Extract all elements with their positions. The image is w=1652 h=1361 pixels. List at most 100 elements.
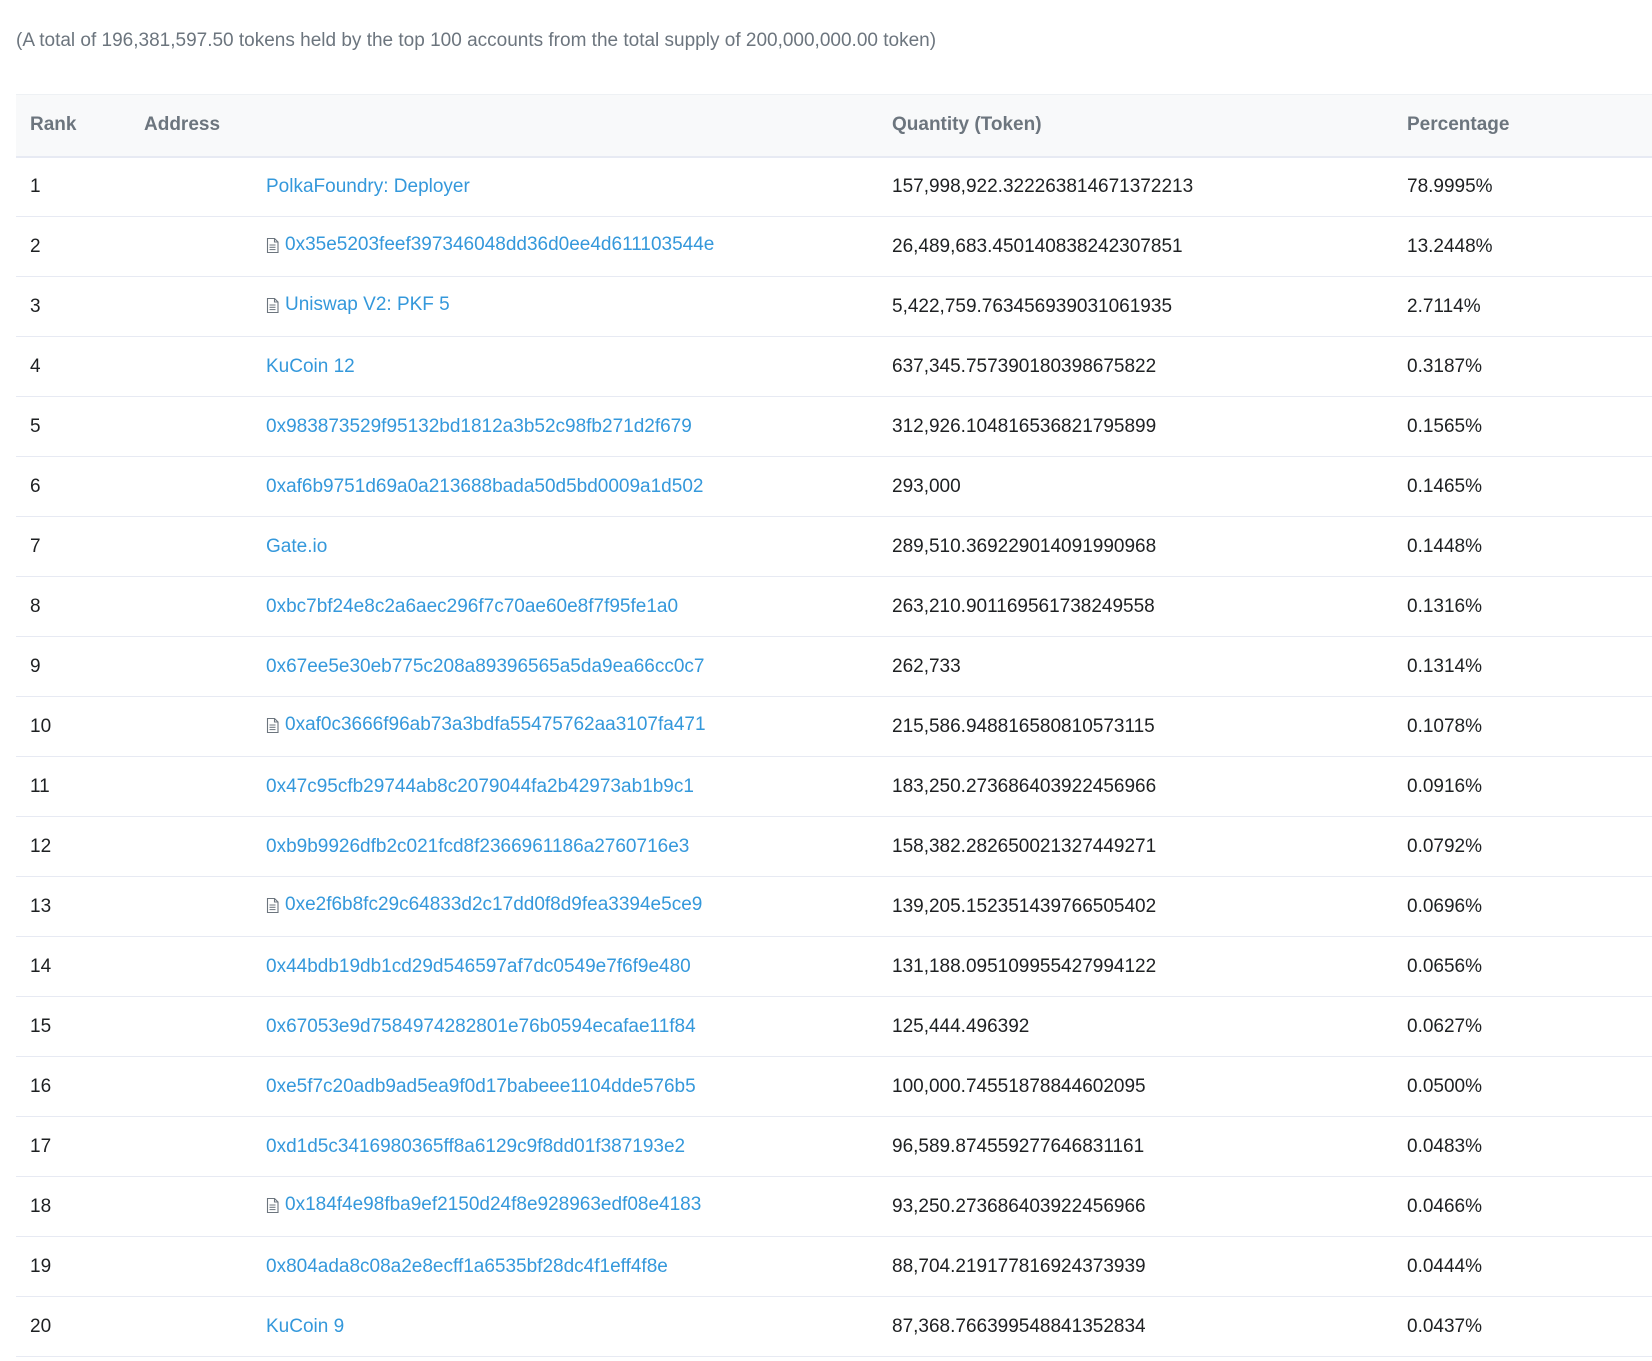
- rank-cell: 14: [16, 936, 130, 997]
- address-cell: KuCoin 12: [130, 336, 878, 397]
- address-link[interactable]: Gate.io: [266, 536, 327, 558]
- table-row: 16 0xe5f7c20adb9ad5ea9f0d17babeee1104dde5…: [16, 1056, 1652, 1117]
- address-cell: 0xbc7bf24e8c2a6aec296f7c70ae60e8f7f95fe1…: [130, 576, 878, 637]
- address-link[interactable]: 0x47c95cfb29744ab8c2079044fa2b42973ab1b9…: [266, 776, 694, 798]
- contract-file-icon: [266, 237, 279, 253]
- address-cell: 0x184f4e98fba9ef2150d24f8e928963edf08e41…: [130, 1176, 878, 1237]
- percentage-cell: 78.9995%: [1393, 156, 1652, 217]
- address-label: 0x47c95cfb29744ab8c2079044fa2b42973ab1b9…: [266, 775, 694, 797]
- address-link[interactable]: 0xbc7bf24e8c2a6aec296f7c70ae60e8f7f95fe1…: [266, 596, 678, 618]
- address-label: 0xe5f7c20adb9ad5ea9f0d17babeee1104dde576…: [266, 1075, 696, 1097]
- quantity-cell: 262,733: [878, 636, 1393, 697]
- address-label: 0x184f4e98fba9ef2150d24f8e928963edf08e41…: [285, 1194, 702, 1216]
- percentage-cell: 0.0627%: [1393, 996, 1652, 1057]
- percentage-cell: 0.0696%: [1393, 876, 1652, 937]
- rank-cell: 13: [16, 876, 130, 937]
- address-cell: Gate.io: [130, 516, 878, 577]
- quantity-cell: 131,188.095109955427994122: [878, 936, 1393, 997]
- address-link[interactable]: 0x44bdb19db1cd29d546597af7dc0549e7f6f9e4…: [266, 956, 691, 978]
- table-row: 2 0x35e5203feef397346048dd36d0ee4d6111035…: [16, 216, 1652, 277]
- percentage-cell: 0.0500%: [1393, 1056, 1652, 1117]
- address-link[interactable]: 0xd1d5c3416980365ff8a6129c9f8dd01f387193…: [266, 1136, 685, 1158]
- address-label: 0xd1d5c3416980365ff8a6129c9f8dd01f387193…: [266, 1135, 686, 1157]
- table-row: 7 Gate.io 289,510.369229014091990968 0.1448…: [16, 516, 1652, 577]
- quantity-cell: 183,250.273686403922456966: [878, 756, 1393, 817]
- address-cell: 0x67053e9d7584974282801e76b0594ecafae11f…: [130, 996, 878, 1057]
- quantity-column-header: Quantity (Token): [878, 94, 1393, 158]
- quantity-cell: 263,210.901169561738249558: [878, 576, 1393, 637]
- contract-file-icon: [266, 1197, 279, 1213]
- address-label: Gate.io: [266, 535, 328, 557]
- quantity-cell: 312,926.104816536821795899: [878, 396, 1393, 457]
- address-link[interactable]: 0xe5f7c20adb9ad5ea9f0d17babeee1104dde576…: [266, 1076, 696, 1098]
- table-row: 11 0x47c95cfb29744ab8c2079044fa2b42973ab1…: [16, 756, 1652, 817]
- quantity-cell: 26,489,683.450140838242307851: [878, 216, 1393, 277]
- percentage-cell: 0.0656%: [1393, 936, 1652, 997]
- address-link[interactable]: KuCoin 12: [266, 356, 355, 378]
- rank-cell: 3: [16, 276, 130, 337]
- table-row: 6 0xaf6b9751d69a0a213688bada50d5bd0009a1d…: [16, 456, 1652, 517]
- address-cell: 0xd1d5c3416980365ff8a6129c9f8dd01f387193…: [130, 1116, 878, 1177]
- table-row: 20 KuCoin 9 87,368.766399548841352834 0.043…: [16, 1296, 1652, 1357]
- percentage-cell: 2.7114%: [1393, 276, 1652, 337]
- address-label: 0xe2f6b8fc29c64833d2c17dd0f8d9fea3394e5c…: [285, 894, 703, 916]
- address-label: 0x67053e9d7584974282801e76b0594ecafae11f…: [266, 1015, 696, 1037]
- percentage-cell: 0.1565%: [1393, 396, 1652, 457]
- rank-cell: 18: [16, 1176, 130, 1237]
- address-cell: PolkaFoundry: Deployer: [130, 156, 878, 217]
- address-cell: 0xaf6b9751d69a0a213688bada50d5bd0009a1d5…: [130, 456, 878, 517]
- table-row: 19 0x804ada8c08a2e8ecff1a6535bf28dc4f1eff…: [16, 1236, 1652, 1297]
- address-cell: 0x983873529f95132bd1812a3b52c98fb271d2f6…: [130, 396, 878, 457]
- rank-cell: 17: [16, 1116, 130, 1177]
- address-link[interactable]: 0x983873529f95132bd1812a3b52c98fb271d2f6…: [266, 416, 692, 438]
- address-cell: 0xaf0c3666f96ab73a3bdfa55475762aa3107fa4…: [130, 696, 878, 757]
- address-link[interactable]: 0xb9b9926dfb2c021fcd8f2366961186a2760716…: [266, 836, 689, 858]
- address-label: 0x67ee5e30eb775c208a89396565a5da9ea66cc0…: [266, 655, 705, 677]
- address-link[interactable]: 0xaf6b9751d69a0a213688bada50d5bd0009a1d5…: [266, 476, 703, 498]
- address-label: KuCoin 12: [266, 355, 355, 377]
- address-link[interactable]: 0xaf0c3666f96ab73a3bdfa55475762aa3107fa4…: [266, 714, 706, 736]
- address-link[interactable]: KuCoin 9: [266, 1316, 344, 1338]
- token-holders-table: Rank Address Quantity (Token) Percentage…: [16, 94, 1652, 1357]
- rank-cell: 9: [16, 636, 130, 697]
- rank-cell: 12: [16, 816, 130, 877]
- address-label: 0x804ada8c08a2e8ecff1a6535bf28dc4f1eff4f…: [266, 1255, 668, 1277]
- address-link[interactable]: 0x67ee5e30eb775c208a89396565a5da9ea66cc0…: [266, 656, 704, 678]
- address-label: PolkaFoundry: Deployer: [266, 175, 470, 197]
- percentage-cell: 0.1078%: [1393, 696, 1652, 757]
- address-link[interactable]: 0x35e5203feef397346048dd36d0ee4d61110354…: [266, 234, 714, 256]
- address-link[interactable]: 0x67053e9d7584974282801e76b0594ecafae11f…: [266, 1016, 696, 1038]
- quantity-cell: 96,589.874559277646831161: [878, 1116, 1393, 1177]
- percentage-cell: 0.1314%: [1393, 636, 1652, 697]
- quantity-cell: 87,368.766399548841352834: [878, 1296, 1393, 1357]
- percentage-cell: 0.0437%: [1393, 1296, 1652, 1357]
- quantity-cell: 637,345.757390180398675822: [878, 336, 1393, 397]
- quantity-cell: 157,998,922.322263814671372213: [878, 156, 1393, 217]
- percentage-cell: 0.0444%: [1393, 1236, 1652, 1297]
- rank-cell: 15: [16, 996, 130, 1057]
- address-cell: 0xb9b9926dfb2c021fcd8f2366961186a2760716…: [130, 816, 878, 877]
- address-link[interactable]: 0x184f4e98fba9ef2150d24f8e928963edf08e41…: [266, 1194, 701, 1216]
- quantity-cell: 88,704.219177816924373939: [878, 1236, 1393, 1297]
- holders-summary: (A total of 196,381,597.50 tokens held b…: [16, 30, 937, 51]
- table-row: 14 0x44bdb19db1cd29d546597af7dc0549e7f6f9…: [16, 936, 1652, 997]
- percentage-cell: 0.1465%: [1393, 456, 1652, 517]
- table-row: 15 0x67053e9d7584974282801e76b0594ecafae1…: [16, 996, 1652, 1057]
- contract-file-icon: [266, 897, 279, 913]
- rank-cell: 1: [16, 156, 130, 217]
- rank-cell: 19: [16, 1236, 130, 1297]
- table-row: 18 0x184f4e98fba9ef2150d24f8e928963edf08e…: [16, 1176, 1652, 1237]
- address-link[interactable]: 0xe2f6b8fc29c64833d2c17dd0f8d9fea3394e5c…: [266, 894, 702, 916]
- address-link[interactable]: 0x804ada8c08a2e8ecff1a6535bf28dc4f1eff4f…: [266, 1256, 668, 1278]
- percentage-cell: 13.2448%: [1393, 216, 1652, 277]
- address-link[interactable]: PolkaFoundry: Deployer: [266, 176, 470, 198]
- address-column-header: Address: [130, 94, 878, 158]
- address-cell: 0xe5f7c20adb9ad5ea9f0d17babeee1104dde576…: [130, 1056, 878, 1117]
- address-link[interactable]: Uniswap V2: PKF 5: [266, 294, 450, 316]
- table-row: 3 Uniswap V2: PKF 5 5,422,759.763456939031…: [16, 276, 1652, 337]
- rank-cell: 20: [16, 1296, 130, 1357]
- table-row: 17 0xd1d5c3416980365ff8a6129c9f8dd01f3871…: [16, 1116, 1652, 1177]
- address-label: 0xaf6b9751d69a0a213688bada50d5bd0009a1d5…: [266, 475, 704, 497]
- rank-cell: 4: [16, 336, 130, 397]
- table-row: 9 0x67ee5e30eb775c208a89396565a5da9ea66cc…: [16, 636, 1652, 697]
